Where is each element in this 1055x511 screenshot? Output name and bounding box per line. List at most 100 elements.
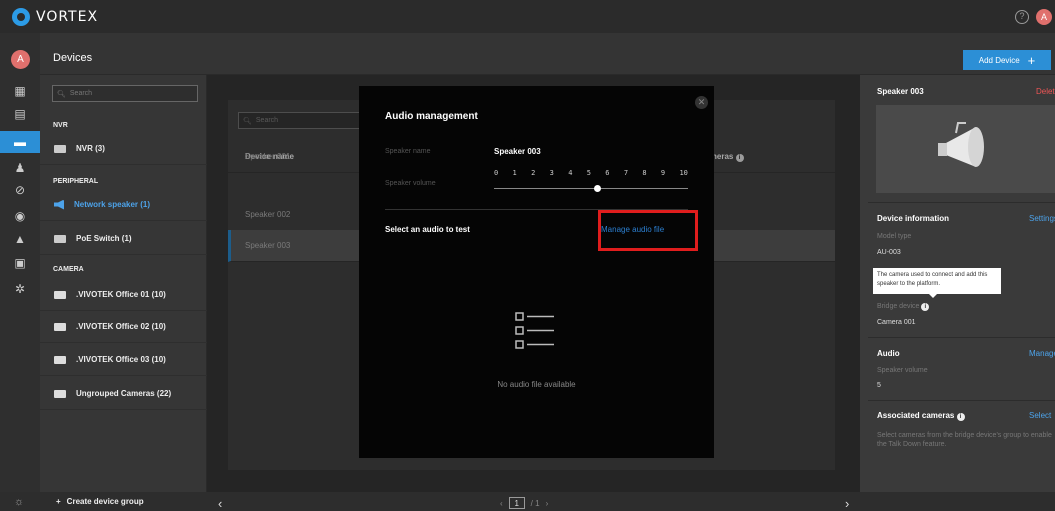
nvr-heading: NVR [53,122,68,129]
list-empty-icon [515,312,554,349]
volume-tick: 7 [623,169,629,177]
audio-heading: Audio [877,349,900,358]
add-device-button[interactable]: Add Device + [963,50,1051,70]
divider [868,202,1055,203]
speaker-volume-value: 5 [877,382,881,389]
speaker-name-label: Speaker name [385,148,431,155]
help-icon[interactable]: ? [1015,10,1029,24]
page-header [40,33,1055,75]
audio-manage-link[interactable]: Manage [1029,349,1055,358]
group-item-label: NVR (3) [76,144,105,153]
folder-icon [54,389,66,398]
details-title: Speaker 003 [877,87,924,96]
bridge-device-value: Camera 001 [877,319,916,326]
group-item-label: PoE Switch (1) [76,234,132,243]
pagination: ‹ 1 / 1 › [500,497,548,509]
tag-icon[interactable]: ⊘ [0,179,40,201]
switch-icon [54,234,66,243]
create-group-button[interactable]: + Create device group [56,497,144,506]
delete-button[interactable]: Delete [1036,87,1055,96]
select-audio-label: Select an audio to test [385,225,470,234]
rail-avatar[interactable]: A [11,50,30,69]
app-logo: VORTEX [12,8,98,26]
volume-tick: 2 [531,169,536,177]
model-type-label: Model type [877,233,912,240]
speaker-volume-label: Speaker volume [877,367,928,374]
group-item-camera[interactable]: .VIVOTEK Office 03 (10) [40,344,207,376]
divider [868,337,1055,338]
group-item-network-speaker[interactable]: Network speaker (1) [40,189,207,221]
settings-link[interactable]: Settings [1029,214,1055,223]
volume-tick: 3 [549,169,554,177]
page-prev-icon[interactable]: ‹ [500,499,503,508]
volume-ticks: 0 1 2 3 4 5 6 7 8 9 10 [494,169,688,177]
highlight-box [598,210,698,251]
theme-icon[interactable]: ☼ [14,496,24,508]
dashboard-icon[interactable]: ▦ [0,80,40,102]
close-icon[interactable]: ✕ [695,96,708,109]
page-title: Devices [53,52,93,64]
storage-icon[interactable]: ▣ [0,252,40,274]
select-cameras-link[interactable]: Select [1029,411,1051,420]
model-type-value: AU-003 [877,249,901,256]
bridge-device-label: Bridge device [877,303,920,310]
add-device-label: Add Device [978,55,1020,65]
group-item-label: .VIVOTEK Office 01 (10) [76,290,166,299]
group-item-poe-switch[interactable]: PoE Switch (1) [40,223,207,255]
volume-tick: 8 [642,169,647,177]
app-name: VORTEX [36,9,99,25]
volume-tick: 5 [586,169,591,177]
volume-slider-track[interactable] [494,188,688,189]
volume-tick: 9 [660,169,666,177]
top-bar [0,0,1055,33]
speaker-icon [54,199,64,210]
bridge-tooltip: The camera used to connect and add this … [873,268,1001,298]
panel-next-icon[interactable]: › [845,496,849,511]
devices-icon[interactable]: ▬ [0,131,40,153]
peripheral-heading: PERIPHERAL [53,178,99,185]
group-item-label: .VIVOTEK Office 02 (10) [76,322,166,331]
device-info-heading: Device information [877,214,950,223]
group-item-camera[interactable]: Ungrouped Cameras (22) [40,378,207,410]
plus-icon: + [1027,52,1036,68]
group-item-label: .VIVOTEK Office 03 (10) [76,355,166,364]
page-input[interactable]: 1 [508,497,525,509]
volume-slider-handle[interactable] [593,185,601,192]
info-icon[interactable]: i [956,413,965,421]
volume-tick: 0 [494,169,499,177]
page-next-icon[interactable]: › [546,499,549,508]
group-search-placeholder: Search [69,90,93,97]
volume-tick: 6 [605,169,610,177]
divider [868,400,1055,401]
create-group-label: Create device group [66,497,144,506]
group-search-input[interactable]: 🔍︎ Search [52,85,198,102]
group-item-camera[interactable]: .VIVOTEK Office 01 (10) [40,279,207,311]
page-total: / 1 [530,498,540,508]
group-item-camera[interactable]: .VIVOTEK Office 02 (10) [40,311,207,343]
folder-icon [54,355,66,364]
info-icon[interactable]: i [921,303,930,311]
camera-heading: CAMERA [53,266,84,273]
folder-icon [54,290,66,299]
person-icon[interactable]: ◉ [0,205,40,227]
megaphone-icon [938,122,984,167]
layout-icon[interactable]: ▤ [0,103,40,125]
users-icon[interactable]: ♟ [0,157,40,179]
panel-prev-icon[interactable]: ‹ [218,496,222,511]
audio-management-modal [359,86,714,458]
user-avatar[interactable]: A [1036,9,1052,25]
assoc-cameras-desc: Select cameras from the bridge device's … [877,432,1052,448]
bridge-device-row: Bridge device i [877,303,930,311]
settings-icon[interactable]: ✲ [0,278,40,300]
plus-icon: + [56,497,61,506]
group-item-label: Ungrouped Cameras (22) [76,389,172,398]
group-item-nvr[interactable]: NVR (3) [40,133,207,165]
assoc-cameras-heading: Associated cameras [877,411,955,420]
volume-label: Speaker volume [385,180,436,187]
modal-title: Audio management [385,111,478,122]
alarm-icon[interactable]: ▲ [0,228,40,250]
search-icon: 🔍︎ [57,90,66,98]
volume-tick: 1 [512,169,517,177]
volume-tick: 10 [679,169,688,177]
assoc-cameras-row: Associated cameras i [877,411,965,421]
